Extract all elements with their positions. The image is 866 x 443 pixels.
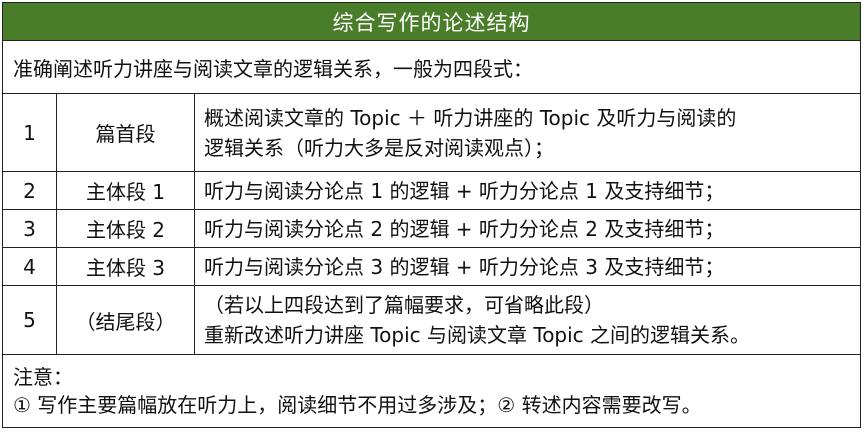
description-line: 听力与阅读分论点 3 的逻辑 + 听力分论点 3 及支持细节；	[204, 254, 725, 279]
paragraph-name: 篇首段	[56, 93, 195, 172]
description-line: 重新改述听力讲座 Topic 与阅读文章 Topic 之间的逻辑关系。	[204, 323, 751, 347]
description-line: 听力与阅读分论点 2 的逻辑 + 听力分论点 2 及支持细节；	[204, 216, 725, 241]
paragraph-description: 概述阅读文章的 Topic ＋ 听力讲座的 Topic 及听力与阅读的 逻辑关系…	[193, 93, 862, 172]
paragraph-number: 2	[2, 171, 57, 210]
intro-text: 准确阐述听力讲座与阅读文章的逻辑关系，一般为四段式：	[1, 40, 862, 94]
paragraph-name: 主体段 2	[56, 209, 195, 248]
table-row: 5 （结尾段） （若以上四段达到了篇幅要求，可省略此段） 重新改述听力讲座 To…	[2, 285, 862, 355]
description-line: （若以上四段达到了篇幅要求，可省略此段）	[204, 293, 604, 317]
table-row: 3 主体段 2 听力与阅读分论点 2 的逻辑 + 听力分论点 2 及支持细节；	[2, 209, 862, 248]
description-line: 概述阅读文章的 Topic ＋ 听力讲座的 Topic 及听力与阅读的	[204, 105, 737, 130]
title-row: 综合写作的论述结构	[1, 2, 862, 41]
description-line: 逻辑关系（听力大多是反对阅读观点）；	[204, 135, 554, 160]
structure-table: 综合写作的论述结构 准确阐述听力讲座与阅读文章的逻辑关系，一般为四段式： 1 篇…	[1, 2, 862, 428]
table-row: 2 主体段 1 听力与阅读分论点 1 的逻辑 + 听力分论点 1 及支持细节；	[2, 171, 862, 210]
paragraph-name: （结尾段）	[56, 285, 195, 355]
note-row: 注意： ① 写作主要篇幅放在听力上，阅读细节不用过多涉及；② 转述内容需要改写。	[1, 354, 862, 428]
note-block: 注意： ① 写作主要篇幅放在听力上，阅读细节不用过多涉及；② 转述内容需要改写。	[1, 354, 862, 428]
paragraph-description: （若以上四段达到了篇幅要求，可省略此段） 重新改述听力讲座 Topic 与阅读文…	[193, 285, 862, 355]
table-row: 4 主体段 3 听力与阅读分论点 3 的逻辑 + 听力分论点 3 及支持细节；	[2, 247, 862, 286]
paragraph-number: 5	[2, 285, 57, 355]
paragraph-number: 3	[2, 209, 57, 248]
paragraph-number: 4	[2, 247, 57, 286]
note-label: 注意：	[13, 365, 73, 389]
paragraph-name: 主体段 3	[56, 247, 195, 286]
paragraph-description: 听力与阅读分论点 1 的逻辑 + 听力分论点 1 及支持细节；	[193, 171, 862, 210]
description-line: 听力与阅读分论点 1 的逻辑 + 听力分论点 1 及支持细节；	[204, 178, 725, 203]
intro-row: 准确阐述听力讲座与阅读文章的逻辑关系，一般为四段式：	[1, 40, 862, 94]
paragraph-description: 听力与阅读分论点 3 的逻辑 + 听力分论点 3 及支持细节；	[193, 247, 862, 286]
paragraph-number: 1	[2, 93, 57, 172]
table-row: 1 篇首段 概述阅读文章的 Topic ＋ 听力讲座的 Topic 及听力与阅读…	[2, 93, 862, 172]
paragraph-name: 主体段 1	[56, 171, 195, 210]
table-title: 综合写作的论述结构	[1, 2, 862, 41]
paragraph-description: 听力与阅读分论点 2 的逻辑 + 听力分论点 2 及支持细节；	[193, 209, 862, 248]
note-text: ① 写作主要篇幅放在听力上，阅读细节不用过多涉及；② 转述内容需要改写。	[13, 393, 702, 417]
